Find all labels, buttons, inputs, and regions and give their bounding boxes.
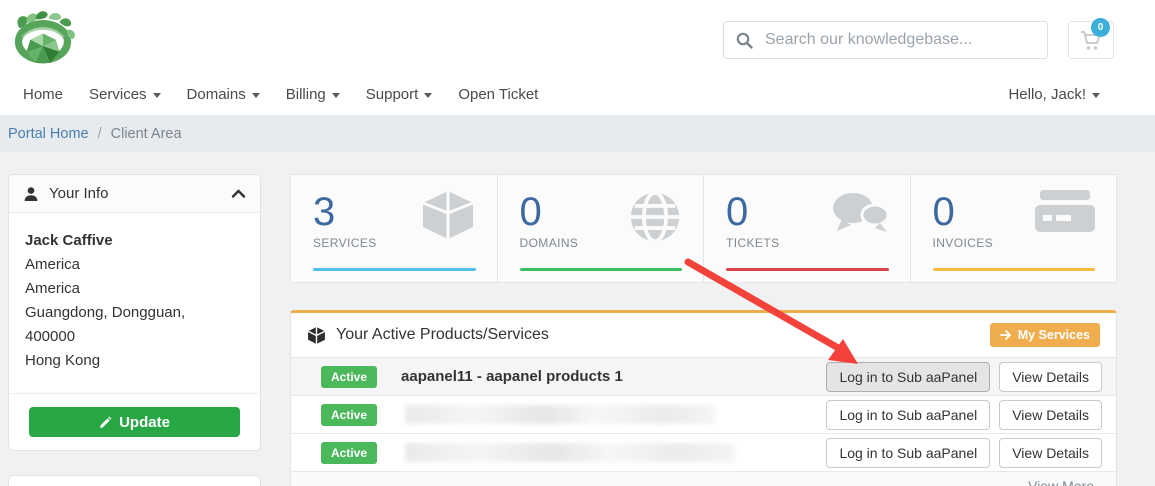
search-input[interactable] [765,31,1035,49]
client-name: Jack Caffive [25,229,244,253]
address-line: Hong Kong [25,349,244,373]
nav-item-home[interactable]: Home [23,86,63,103]
top-header: 0 [0,0,1155,80]
login-sub-aapanel-button[interactable]: Log in to Sub aaPanel [826,400,990,430]
cart-count-badge: 0 [1091,18,1110,37]
user-menu-label: Hello, Jack! [1008,86,1086,103]
product-row: Active aapanel11 - aapanel products 1 Lo… [291,357,1116,395]
address-line: America [25,277,244,301]
credit-card-icon [1034,189,1096,238]
my-services-button[interactable]: My Services [990,323,1100,347]
caret-down-icon [252,93,260,98]
update-button[interactable]: Update [29,407,240,437]
products-panel-footer: View More [291,471,1116,486]
product-row: Active Log in to Sub aaPanel View Detail… [291,433,1116,471]
domains-accent-bar [520,268,683,271]
caret-down-icon [153,93,161,98]
status-badge: Active [321,366,377,388]
row-actions: Log in to Sub aaPanel View Details [826,400,1102,430]
comments-icon [830,189,890,244]
sidebar: Your Info Jack Caffive America America G… [8,174,261,486]
stat-card-domains: 0 DOMAINS [497,175,704,282]
knowledgebase-search [723,21,1048,59]
nav-label: Billing [286,86,326,103]
login-sub-aapanel-button[interactable]: Log in to Sub aaPanel [826,438,990,468]
nav-label: Domains [187,86,246,103]
chevron-up-icon[interactable] [231,188,246,199]
products-panel-header: Your Active Products/Services My Service… [291,313,1116,357]
view-details-button[interactable]: View Details [999,438,1102,468]
redacted-product-name [405,405,715,424]
status-badge: Active [321,442,377,464]
product-row: Active Log in to Sub aaPanel View Detail… [291,395,1116,433]
breadcrumb-separator: / [98,126,102,142]
main-navigation: Home Services Domains Billing Support Op… [0,80,1155,115]
invoices-label: INVOICES [933,236,1095,250]
status-badge: Active [321,404,377,426]
your-info-body: Jack Caffive America America Guangdong, … [9,213,260,394]
nav-item-billing[interactable]: Billing [286,86,340,103]
nav-label: Home [23,86,63,103]
view-more-link[interactable]: View More [1028,478,1094,486]
stat-card-tickets: 0 TICKETS [703,175,910,282]
next-sidebar-panel [8,475,261,486]
arrow-right-icon [1000,329,1012,341]
row-actions: Log in to Sub aaPanel View Details [826,438,1102,468]
your-info-panel: Your Info Jack Caffive America America G… [8,174,261,451]
address-line: Guangdong, Dongguan, [25,301,244,325]
caret-down-icon [332,93,340,98]
update-label: Update [119,414,170,431]
nav-item-open-ticket[interactable]: Open Ticket [458,86,538,103]
tickets-accent-bar [726,268,889,271]
user-icon [23,186,39,202]
active-products-panel: Your Active Products/Services My Service… [290,310,1117,486]
cart-button[interactable]: 0 [1068,21,1114,59]
view-details-button[interactable]: View Details [999,400,1102,430]
products-panel-title: Your Active Products/Services [336,326,549,344]
redacted-product-name [405,443,735,462]
my-services-label: My Services [1018,328,1090,342]
breadcrumb-portal-home[interactable]: Portal Home [8,126,89,142]
caret-down-icon [424,93,432,98]
nav-item-support[interactable]: Support [366,86,433,103]
stats-panel: 3 SERVICES 0 DOMAINS [290,174,1117,283]
client-area-page: 0 Home Services Domains Billing Support … [0,0,1155,486]
cube-icon [419,189,477,246]
search-icon [736,32,753,49]
your-info-footer: Update [9,394,260,450]
invoices-accent-bar [933,268,1096,271]
main-column: 3 SERVICES 0 DOMAINS [290,174,1117,486]
cube-dark-icon [307,326,326,345]
user-menu[interactable]: Hello, Jack! [1008,86,1100,103]
row-actions: Log in to Sub aaPanel View Details [826,362,1102,392]
breadcrumb-current: Client Area [111,126,182,142]
content-area: Your Info Jack Caffive America America G… [0,152,1155,486]
nav-item-domains[interactable]: Domains [187,86,260,103]
stat-card-invoices: 0 INVOICES [910,175,1117,282]
services-accent-bar [313,268,476,271]
nav-label: Services [89,86,147,103]
login-sub-aapanel-button[interactable]: Log in to Sub aaPanel [826,362,990,392]
pencil-icon [99,416,112,429]
nav-label: Open Ticket [458,86,538,103]
aapanel-logo-icon[interactable] [8,10,78,73]
nav-item-services[interactable]: Services [89,86,161,103]
caret-down-icon [1092,93,1100,98]
view-details-button[interactable]: View Details [999,362,1102,392]
stat-card-services: 3 SERVICES [291,175,497,282]
your-info-header[interactable]: Your Info [9,175,260,213]
address-line: America [25,253,244,277]
globe-icon [627,189,683,250]
address-line: 400000 [25,325,244,349]
your-info-title: Your Info [49,185,109,202]
breadcrumb: Portal Home / Client Area [0,115,1155,152]
nav-label: Support [366,86,419,103]
product-name: aapanel11 - aapanel products 1 [401,368,623,385]
